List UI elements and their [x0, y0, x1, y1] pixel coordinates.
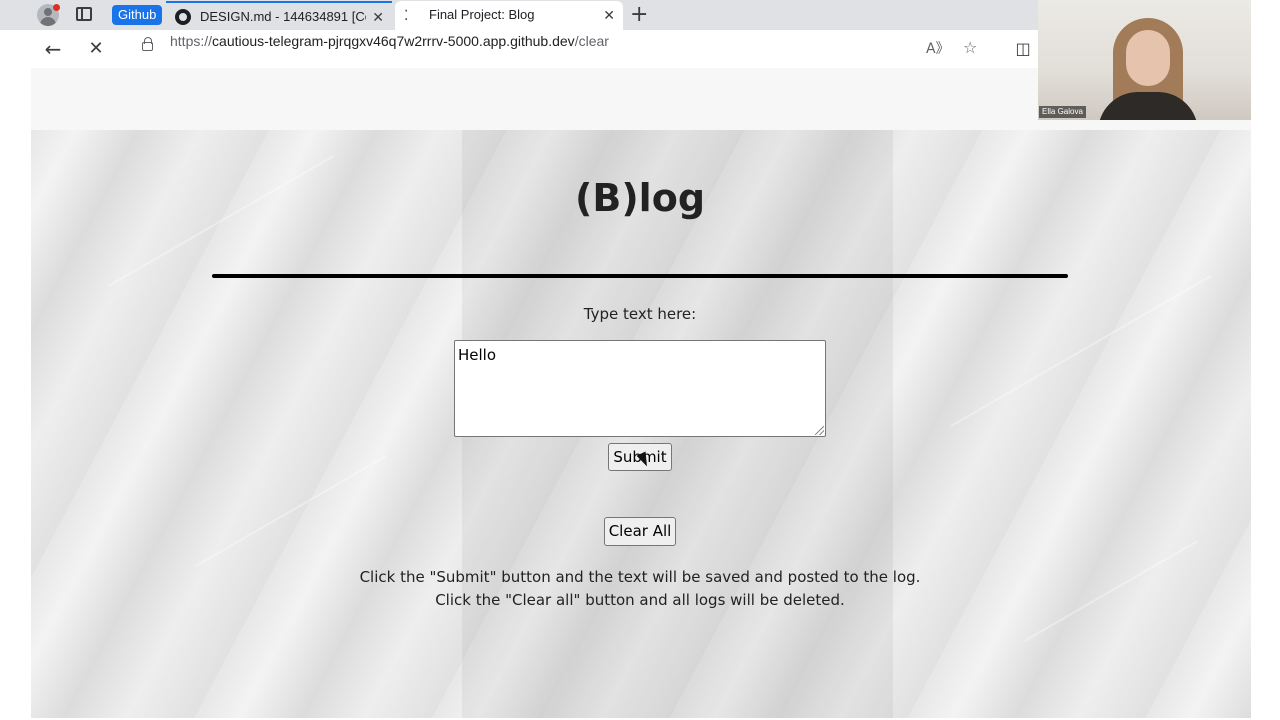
close-icon[interactable]: ✕ — [603, 1, 615, 29]
resize-grip-icon[interactable] — [815, 426, 824, 435]
page-title: (B)log — [574, 176, 706, 220]
loading-icon: ⁚ — [404, 7, 409, 23]
url-text[interactable]: https://cautious-telegram-pjrqgxv46q7w2r… — [170, 33, 609, 49]
paper-wrinkle — [107, 155, 335, 287]
window-edge — [1251, 0, 1280, 720]
tab-strip: Github DESIGN.md - 144634891 [Codesp ✕ ⁚… — [0, 0, 1038, 30]
back-icon[interactable]: ← — [38, 34, 68, 64]
address-bar[interactable]: https://cautious-telegram-pjrqgxv46q7w2r… — [122, 33, 998, 65]
url-prefix: https:// — [170, 33, 213, 49]
presenter-face — [1126, 30, 1170, 86]
new-tab-button[interactable]: + — [630, 2, 648, 27]
instruction-submit: Click the "Submit" button and the text w… — [359, 568, 921, 586]
participant-name: Ella Galova — [1039, 106, 1086, 118]
read-aloud-icon[interactable]: A》 — [926, 38, 950, 58]
window-edge — [0, 68, 31, 720]
tab-design-md[interactable]: DESIGN.md - 144634891 [Codesp ✕ — [166, 1, 392, 30]
lock-icon[interactable] — [142, 37, 153, 51]
tab-actions-icon[interactable] — [76, 7, 92, 21]
text-prompt-label: Type text here: — [583, 305, 697, 323]
tab-title: DESIGN.md - 144634891 [Codesp — [200, 9, 366, 24]
clear-all-button[interactable]: Clear All — [604, 517, 676, 546]
notification-dot — [53, 4, 60, 11]
blog-text-input[interactable] — [454, 340, 826, 437]
instruction-clear: Click the "Clear all" button and all log… — [435, 591, 845, 609]
url-host: cautious-telegram-pjrqgxv46q7w2rrrv-5000… — [212, 33, 575, 49]
tab-title: Final Project: Blog — [429, 7, 535, 22]
paper-wrinkle — [950, 275, 1212, 427]
split-screen-icon[interactable]: ◫ — [1008, 34, 1038, 64]
webcam-overlay: Ella Galova — [1038, 0, 1251, 120]
title-divider — [212, 274, 1068, 278]
stop-icon[interactable]: ✕ — [81, 34, 111, 64]
close-icon[interactable]: ✕ — [372, 3, 384, 31]
paper-wrinkle — [195, 455, 387, 567]
tab-final-project-blog[interactable]: ⁚ Final Project: Blog ✕ — [395, 1, 623, 30]
github-icon — [175, 9, 191, 25]
url-path: /clear — [574, 33, 609, 49]
favorite-icon[interactable]: ☆ — [963, 38, 977, 57]
browser-toolbar: ← ✕ https://cautious-telegram-pjrqgxv46q… — [0, 30, 1038, 68]
tab-group-github[interactable]: Github — [112, 5, 163, 25]
